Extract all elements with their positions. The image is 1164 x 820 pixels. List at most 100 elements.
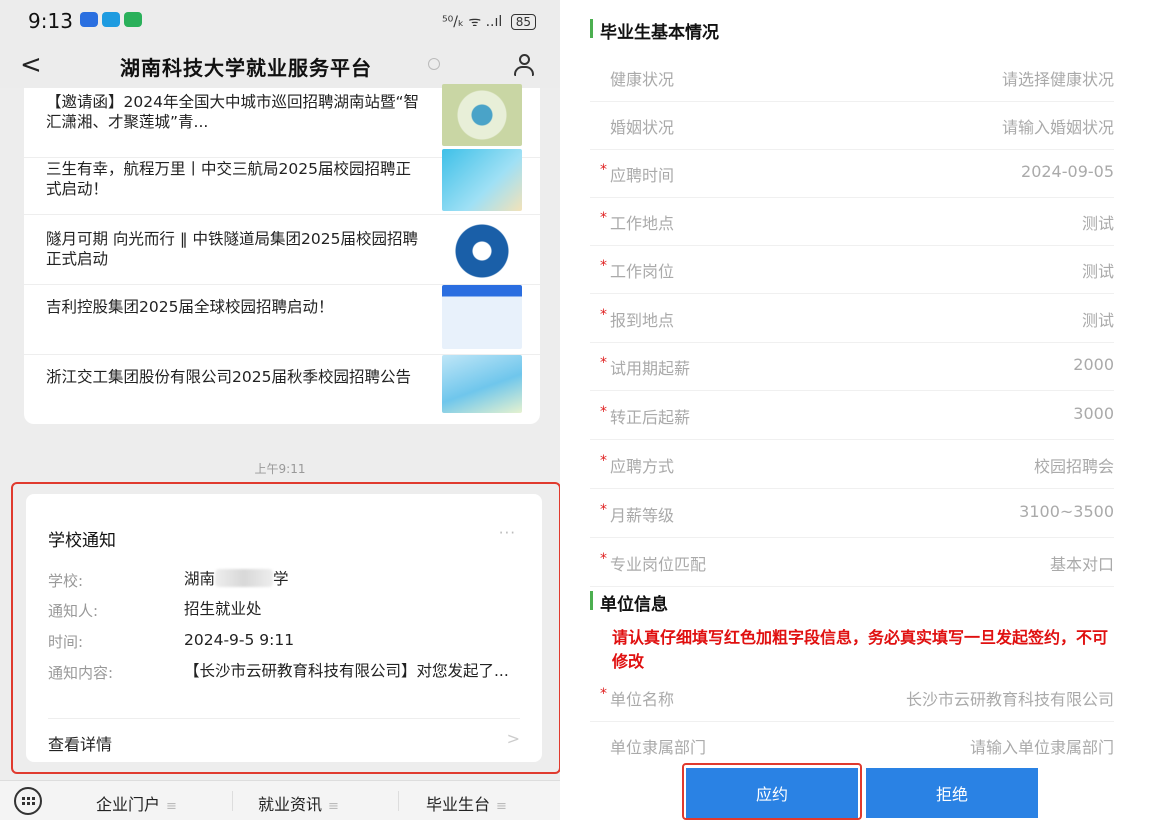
news-list: 【邀请函】2024年全国大中城市巡回招聘湖南站暨“智汇潇湘、才聚莲城”青... … (24, 84, 540, 425)
field-value[interactable]: 测试 (1082, 258, 1114, 282)
school-name-suffix: 学 (273, 570, 289, 588)
news-item[interactable]: 三生有幸，航程万里丨中交三航局2025届校园招聘正式启动！ (24, 145, 540, 215)
keyboard-icon[interactable] (14, 787, 42, 815)
view-details-link[interactable]: 查看详情 (48, 731, 112, 755)
menu-employment-news[interactable]: 就业资讯 ≡ (258, 791, 339, 815)
status-indicators: ⁵⁰/ₖ ᯤ ..ıl 85 (442, 12, 536, 31)
form-row-position[interactable]: * 工作岗位 测试 (590, 246, 1114, 294)
required-mark: * (600, 502, 607, 518)
field-label-text: 单位名称 (610, 690, 675, 709)
right-signing-form: 毕业生基本情况 健康状况 请选择健康状况 婚姻状况 请输入婚姻状况 * 应聘时间 … (578, 0, 1164, 820)
field-label-text: 报到地点 (610, 311, 675, 330)
app-notification-icon (124, 12, 142, 27)
field-label: * 专业岗位匹配 (600, 551, 707, 575)
menu-label: 企业门户 (96, 795, 161, 814)
back-icon[interactable]: < (20, 50, 42, 80)
form-row-report-location[interactable]: * 报到地点 测试 (590, 295, 1114, 343)
chevron-right-icon: > (506, 729, 520, 748)
news-thumbnail (442, 84, 522, 146)
field-value[interactable]: 2000 (1073, 355, 1114, 374)
field-value[interactable]: 请输入单位隶属部门 (970, 734, 1114, 758)
form-row-major-match[interactable]: * 专业岗位匹配 基本对口 (590, 539, 1114, 587)
field-value[interactable]: 3100~3500 (1019, 502, 1114, 521)
time-value: 2024-9-5 9:11 (184, 631, 295, 649)
required-mark: * (600, 355, 607, 371)
bottom-menu: 企业门户 ≡ 就业资讯 ≡ 毕业生台 ≡ (0, 780, 560, 820)
field-label: * 试用期起薪 (600, 355, 691, 379)
form-row-work-location[interactable]: * 工作地点 测试 (590, 198, 1114, 246)
field-label-text: 转正后起薪 (610, 408, 691, 427)
news-item[interactable]: 吉利控股集团2025届全球校园招聘启动！ (24, 285, 540, 355)
field-value[interactable]: 测试 (1082, 210, 1114, 234)
app-notification-icon (80, 12, 98, 27)
time-label: 时间: (48, 633, 84, 651)
menu-enterprise-portal[interactable]: 企业门户 ≡ (96, 791, 177, 815)
required-mark: * (600, 686, 607, 702)
form-row-apply-time[interactable]: * 应聘时间 2024-09-05 (590, 150, 1114, 198)
field-label: * 工作岗位 (600, 258, 674, 282)
news-item[interactable]: 浙江交工集团股份有限公司2025届秋季校园招聘公告 (24, 355, 540, 425)
form-row-probation-salary[interactable]: * 试用期起薪 2000 (590, 343, 1114, 391)
divider (232, 791, 233, 811)
reject-button[interactable]: 拒绝 (866, 768, 1038, 818)
news-title: 隧月可期 向光而行 ‖ 中铁隧道局集团2025届校园招聘正式启动 (46, 230, 418, 268)
form-row-marital[interactable]: 婚姻状况 请输入婚姻状况 (590, 102, 1114, 150)
field-label: * 单位名称 (600, 686, 675, 710)
field-label-text: 试用期起薪 (610, 359, 691, 378)
required-mark: * (600, 551, 607, 567)
accept-button[interactable]: 应约 (686, 768, 858, 818)
form-row-regular-salary[interactable]: * 转正后起薪 3000 (590, 392, 1114, 440)
menu-icon: ≡ (496, 799, 507, 814)
news-title: 浙江交工集团股份有限公司2025届秋季校园招聘公告 (46, 368, 411, 386)
content-value: 【长沙市云研教育科技有限公司】对您发起了... (184, 662, 509, 680)
field-value[interactable]: 基本对口 (1050, 551, 1114, 575)
form-row-unit-name[interactable]: * 单位名称 长沙市云研教育科技有限公司 (590, 674, 1114, 722)
field-label: * 应聘方式 (600, 453, 675, 477)
battery-icon: 85 (510, 14, 536, 30)
school-name-prefix: 湖南 (184, 570, 216, 588)
field-label: * 转正后起薪 (600, 404, 691, 428)
search-icon[interactable] (428, 58, 440, 70)
field-label-text: 专业岗位匹配 (610, 555, 707, 574)
user-icon[interactable] (513, 54, 535, 78)
more-icon[interactable]: ··· (499, 524, 516, 542)
form-row-salary-level[interactable]: * 月薪等级 3100~3500 (590, 490, 1114, 538)
form-row-apply-method[interactable]: * 应聘方式 校园招聘会 (590, 441, 1114, 489)
school-label: 学校: (48, 572, 84, 590)
menu-label: 就业资讯 (258, 795, 323, 814)
nav-bar: < 湖南科技大学就业服务平台 (0, 42, 560, 88)
left-phone-screen: 9:13 ⁵⁰/ₖ ᯤ ..ıl 85 < 湖南科技大学就业服务平台 【邀请函】… (0, 0, 560, 820)
form-row-health[interactable]: 健康状况 请选择健康状况 (590, 54, 1114, 102)
notifier-value: 招生就业处 (184, 600, 262, 618)
section-title-unit: 单位信息 (590, 590, 668, 615)
field-value[interactable]: 请输入婚姻状况 (1002, 114, 1114, 138)
field-value[interactable]: 校园招聘会 (1034, 453, 1114, 477)
field-label: * 报到地点 (600, 307, 675, 331)
app-notification-icon (102, 12, 120, 27)
required-mark: * (600, 307, 607, 323)
field-value[interactable]: 请选择健康状况 (1002, 66, 1114, 90)
divider (48, 718, 520, 719)
field-value[interactable]: 长沙市云研教育科技有限公司 (906, 686, 1114, 710)
field-value[interactable]: 3000 (1073, 404, 1114, 423)
chat-timestamp: 上午9:11 (254, 462, 306, 476)
divider (398, 791, 399, 811)
field-label-text: 应聘方式 (610, 457, 675, 476)
field-value[interactable]: 测试 (1082, 307, 1114, 331)
required-mark: * (600, 162, 607, 178)
menu-graduate-platform[interactable]: 毕业生台 ≡ (426, 791, 507, 815)
field-value[interactable]: 2024-09-05 (1021, 162, 1114, 181)
news-item[interactable]: 隧月可期 向光而行 ‖ 中铁隧道局集团2025届校园招聘正式启动 (24, 215, 540, 285)
page-title: 湖南科技大学就业服务平台 (120, 56, 372, 80)
news-title: 【邀请函】2024年全国大中城市巡回招聘湖南站暨“智汇潇湘、才聚莲城”青... (46, 93, 419, 131)
menu-icon: ≡ (328, 799, 339, 814)
news-title: 吉利控股集团2025届全球校园招聘启动！ (46, 298, 334, 316)
field-label: 婚姻状况 (610, 118, 675, 137)
status-time: 9:13 (28, 9, 73, 33)
field-label: 单位隶属部门 (610, 738, 707, 757)
status-bar: 9:13 ⁵⁰/ₖ ᯤ ..ıl 85 (0, 0, 560, 42)
school-notice-card[interactable]: 学校通知 ··· 学校: 湖南 学 通知人: 招生就业处 时间: 2024-9-5… (26, 494, 542, 762)
redacted-text (215, 569, 274, 587)
warning-text: 请认真仔细填写红色加粗字段信息，务必真实填写一旦发起签约，不可修改 (612, 628, 1109, 671)
notice-title: 学校通知 (48, 531, 116, 551)
